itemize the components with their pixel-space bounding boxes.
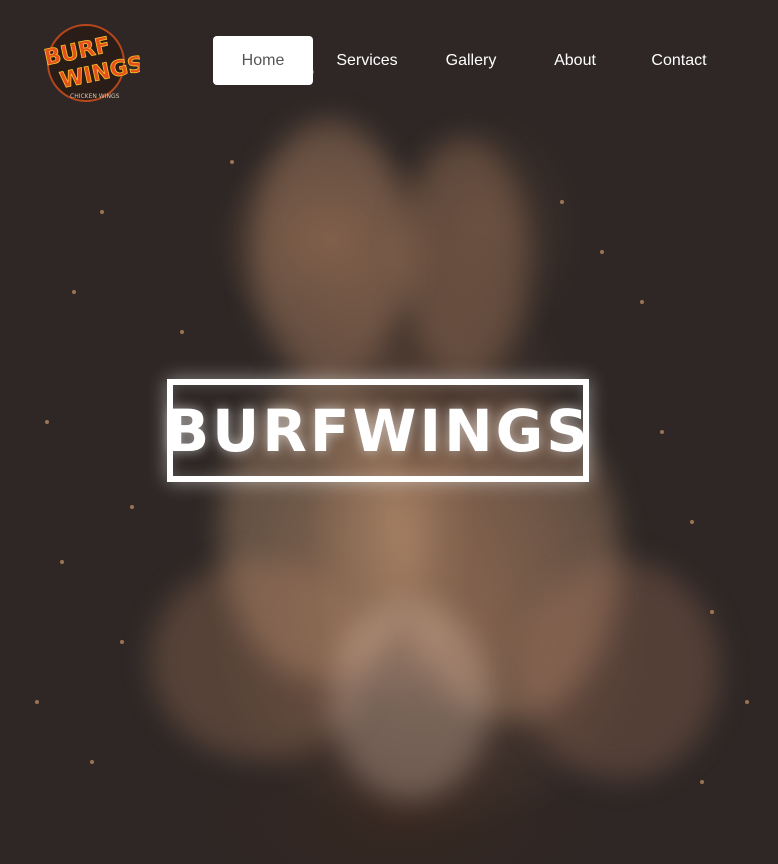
ember	[72, 290, 76, 294]
ember	[100, 210, 104, 214]
flame-shape	[520, 560, 720, 780]
hero-title-box: BURFWINGS	[164, 379, 592, 482]
ember	[600, 250, 604, 254]
ember	[90, 760, 94, 764]
ember	[690, 520, 694, 524]
nav-about[interactable]: About	[535, 36, 615, 85]
ember	[640, 300, 644, 304]
ember	[745, 700, 749, 704]
main-navigation: Home Services Gallery About Contact	[0, 36, 778, 85]
hero-title: BURFWINGS	[164, 396, 592, 465]
ember	[180, 330, 184, 334]
flame-shape	[250, 120, 410, 380]
ember	[710, 610, 714, 614]
flame-shape	[330, 600, 490, 800]
ember	[230, 160, 234, 164]
nav-gallery[interactable]: Gallery	[430, 36, 512, 85]
ember	[45, 420, 49, 424]
nav-services[interactable]: Services	[325, 36, 409, 85]
ember	[700, 780, 704, 784]
ember	[120, 640, 124, 644]
flame-shape	[400, 140, 530, 380]
ember	[560, 200, 564, 204]
logo-tagline: CHICKEN WINGS	[70, 93, 120, 100]
nav-home[interactable]: Home	[213, 36, 313, 85]
ember	[130, 505, 134, 509]
ember	[35, 700, 39, 704]
nav-contact[interactable]: Contact	[638, 36, 720, 85]
ember	[60, 560, 64, 564]
ember	[660, 430, 664, 434]
